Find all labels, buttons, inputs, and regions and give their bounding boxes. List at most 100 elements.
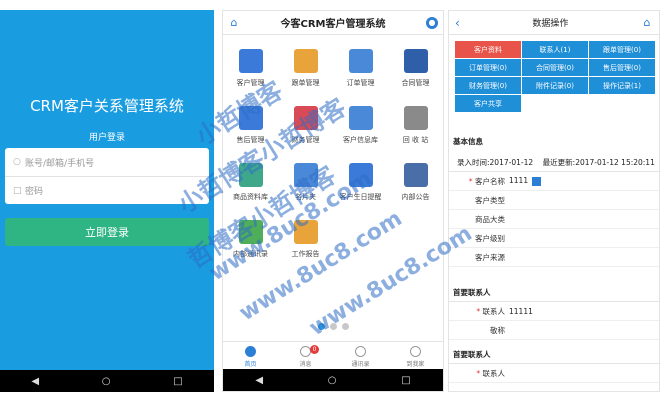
password-placeholder: 密码 <box>25 187 44 197</box>
tab-item[interactable]: 到我家 <box>388 342 443 371</box>
update-time: 最近更新:2017-01-12 15:20:11 <box>542 158 655 167</box>
form-label: * 客户名称 <box>449 176 509 187</box>
module-icon <box>293 49 318 73</box>
module-icon <box>293 106 318 130</box>
lock-icon: □ <box>13 185 22 196</box>
module-item[interactable]: 客户生日提醒 <box>333 155 388 212</box>
tab-item[interactable]: 消息 0 <box>278 342 333 371</box>
form-value-text: 11111 <box>509 306 533 316</box>
module-icon <box>238 106 263 130</box>
detail-screen: ‹ 数据操作 ⌂ 客户资料 联系人(1) 跟单管理(0) 订单管理(0) 合同管理(0)… <box>448 10 660 392</box>
user-icon: ○ <box>13 157 21 167</box>
form-label: 敬称 <box>449 325 509 336</box>
module-icon <box>403 49 428 73</box>
contact-title-2: 首要联系人 <box>453 350 491 359</box>
bottom-tab-bar: 首页 消息 0 通讯录 到我家 <box>223 341 443 371</box>
login-button[interactable]: 立即登录 <box>5 218 209 246</box>
module-icon <box>238 220 263 244</box>
module-grid: 客户管理 跟单管理 订单管理 合同管理售后管理 财务管理 客户信息库 回 收 站商品资料库 名… <box>223 41 443 269</box>
form-label-text: 客户名称 <box>475 176 505 186</box>
home-icon[interactable]: ⌂ <box>641 16 653 29</box>
tab-item[interactable]: 通讯录 <box>333 342 388 371</box>
module-label: 财务管理 <box>291 136 320 144</box>
module-item[interactable]: 工作报告 <box>278 212 333 269</box>
username-field[interactable]: ○ 账号/邮箱/手机号 <box>5 148 209 176</box>
detail-tab-button[interactable]: 客户共享 <box>455 95 521 112</box>
recents-nav-icon[interactable]: □ <box>173 376 182 387</box>
module-item[interactable]: 财务管理 <box>278 98 333 155</box>
module-icon <box>403 163 428 187</box>
module-item[interactable]: 内部通讯录 <box>223 212 278 269</box>
pager-dot[interactable] <box>341 323 349 330</box>
recents-nav-icon[interactable]: □ <box>401 375 410 386</box>
password-field[interactable]: □ 密码 <box>5 176 209 204</box>
form-row: * 联系人 11111 <box>449 302 659 321</box>
module-label: 名片夹 <box>295 193 316 201</box>
home-nav-icon[interactable]: ○ <box>102 376 111 387</box>
module-label: 内部公告 <box>401 193 430 201</box>
module-item[interactable]: 名片夹 <box>278 155 333 212</box>
back-nav-icon[interactable]: ◀ <box>255 375 263 386</box>
detail-tab-button[interactable]: 客户资料 <box>455 41 521 58</box>
form-row: 客户类型 <box>449 191 659 210</box>
module-icon <box>293 220 318 244</box>
detail-tab-button[interactable]: 操作记录(1) <box>589 77 655 94</box>
tab-item[interactable]: 首页 <box>223 342 278 371</box>
back-nav-icon[interactable]: ◀ <box>31 376 39 387</box>
module-label: 内部通讯录 <box>233 250 268 258</box>
form-value[interactable]: 11111 <box>509 307 533 316</box>
form-value[interactable]: 1111 <box>509 176 542 186</box>
user-profile-icon[interactable]: ● <box>426 16 438 29</box>
module-label: 订单管理 <box>346 79 375 87</box>
detail-tab-button[interactable]: 合同管理(0) <box>522 59 588 76</box>
module-icon <box>348 106 373 130</box>
form-label-text: 敬称 <box>490 325 505 335</box>
detail-tab-buttons: 客户资料 联系人(1) 跟单管理(0) 订单管理(0) 合同管理(0) 售后管理(0) 财务… <box>455 41 655 112</box>
module-item[interactable]: 回 收 站 <box>388 98 443 155</box>
form-row: * 联系人 <box>449 364 659 383</box>
basic-info-form: * 客户名称 1111 客户类型 商品大类 客户级别 客户来源 <box>449 171 659 267</box>
form-row: 客户来源 <box>449 248 659 267</box>
entry-time: 录入时间:2017-01-12 <box>457 158 534 167</box>
lookup-icon[interactable] <box>532 176 542 186</box>
tab-icon <box>355 345 366 357</box>
stage: CRM客户关系管理系统 用户登录 ○ 账号/邮箱/手机号 □ 密码 立即登录 ◀… <box>0 0 660 400</box>
module-label: 工作报告 <box>291 250 320 258</box>
module-item[interactable]: 客户信息库 <box>333 98 388 155</box>
android-nav-bar: ◀ ○ □ <box>223 369 443 391</box>
tab-icon <box>245 345 256 357</box>
module-icon <box>293 163 318 187</box>
pager-dot[interactable] <box>329 323 337 330</box>
module-icon <box>348 49 373 73</box>
module-item[interactable]: 跟单管理 <box>278 41 333 98</box>
detail-tab-button[interactable]: 跟单管理(0) <box>589 41 655 58</box>
login-section-title: 用户登录 <box>88 133 125 143</box>
module-item[interactable]: 商品资料库 <box>223 155 278 212</box>
module-icon <box>238 163 263 187</box>
detail-tab-button[interactable]: 订单管理(0) <box>455 59 521 76</box>
back-icon[interactable]: ‹ <box>455 16 460 30</box>
module-item[interactable]: 售后管理 <box>223 98 278 155</box>
home-icon[interactable]: ⌂ <box>228 16 240 29</box>
module-label: 跟单管理 <box>291 79 320 87</box>
module-item[interactable]: 合同管理 <box>388 41 443 98</box>
form-label: 商品大类 <box>449 214 509 225</box>
form-label-text: 客户来源 <box>475 252 505 262</box>
module-label: 客户生日提醒 <box>339 193 382 201</box>
module-item[interactable]: 内部公告 <box>388 155 443 212</box>
detail-tab-button[interactable]: 附件记录(0) <box>522 77 588 94</box>
tab-label: 通讯录 <box>351 360 370 368</box>
detail-tab-button[interactable]: 财务管理(0) <box>455 77 521 94</box>
form-label: 客户来源 <box>449 252 509 263</box>
detail-tab-button[interactable]: 售后管理(0) <box>589 59 655 76</box>
module-item[interactable]: 订单管理 <box>333 41 388 98</box>
form-label-text: 联系人 <box>482 368 506 378</box>
pager-dot[interactable] <box>317 323 325 330</box>
module-label: 合同管理 <box>401 79 430 87</box>
message-badge: 0 <box>310 345 319 354</box>
module-label: 回 收 站 <box>402 136 429 144</box>
home-nav-icon[interactable]: ○ <box>328 375 337 386</box>
detail-tab-button[interactable]: 联系人(1) <box>522 41 588 58</box>
module-item[interactable]: 客户管理 <box>223 41 278 98</box>
form-label: * 联系人 <box>449 368 509 379</box>
